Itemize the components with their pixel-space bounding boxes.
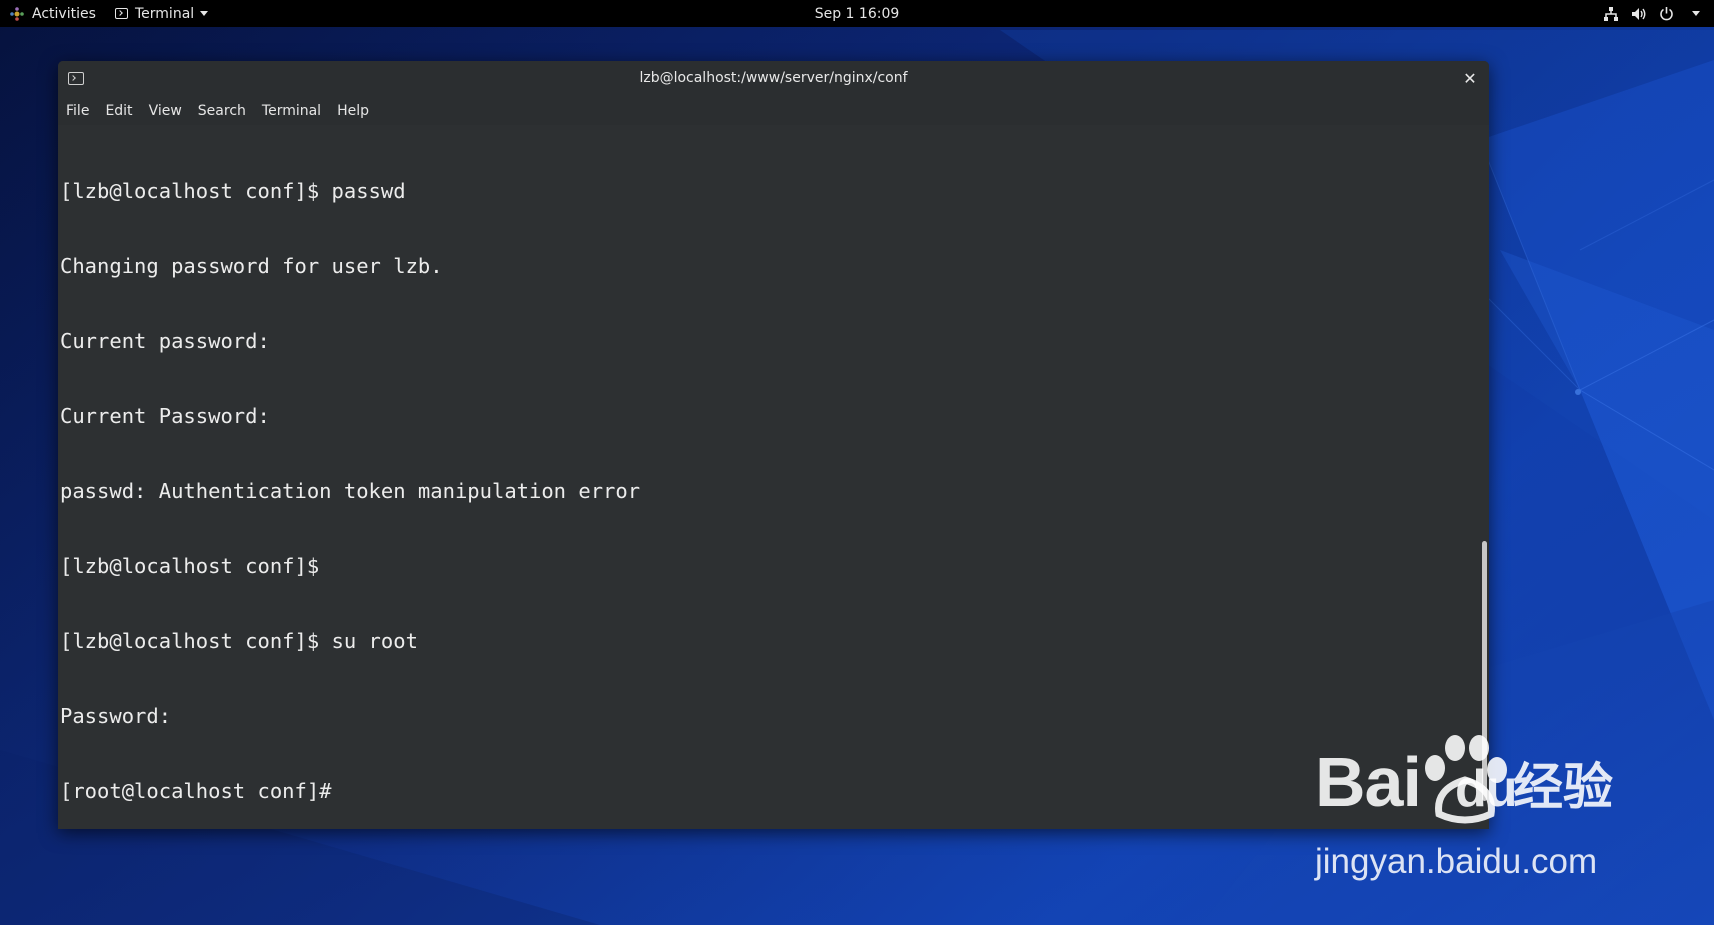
clock-container: Sep 1 16:09	[0, 0, 1714, 27]
power-icon	[1660, 7, 1673, 21]
terminal-line: Current Password:	[60, 404, 270, 428]
activities-logo-icon	[10, 6, 24, 21]
menu-file[interactable]: File	[58, 97, 97, 125]
terminal-window[interactable]: lzb@localhost:/www/server/nginx/conf ✕ F…	[58, 61, 1489, 829]
chevron-down-icon	[1692, 11, 1700, 16]
terminal-icon	[115, 8, 128, 19]
watermark-cn: 经验	[1513, 758, 1613, 816]
terminal-line: [lzb@localhost conf]$ su root	[60, 629, 418, 653]
volume-icon	[1632, 7, 1646, 20]
watermark-brand: Bai	[1315, 743, 1422, 821]
system-tray[interactable]	[1603, 0, 1700, 27]
terminal-line: passwd: Authentication token manipulatio…	[60, 479, 641, 503]
menu-help[interactable]: Help	[329, 97, 377, 125]
terminal-line: Password:	[60, 704, 172, 728]
watermark-url: jingyan.baidu.com	[1315, 842, 1598, 881]
terminal-line: [lzb@localhost conf]$ passwd	[60, 179, 406, 203]
activities-label: Activities	[32, 5, 96, 22]
network-icon	[1604, 6, 1618, 21]
top-bar: Activities Terminal Sep 1 16:09	[0, 0, 1714, 27]
menu-edit[interactable]: Edit	[97, 97, 140, 125]
baidu-watermark: Bai du 经验 jingyan.baidu.com	[1315, 735, 1655, 892]
paw-icon	[1425, 735, 1507, 824]
close-icon: ✕	[1463, 69, 1477, 88]
app-menu-terminal[interactable]: Terminal	[115, 0, 209, 27]
window-title: lzb@localhost:/www/server/nginx/conf	[639, 70, 908, 86]
clock[interactable]: Sep 1 16:09	[815, 1, 900, 27]
window-titlebar[interactable]: lzb@localhost:/www/server/nginx/conf ✕	[58, 61, 1489, 98]
chevron-down-icon	[200, 11, 209, 16]
terminal-output[interactable]: [lzb@localhost conf]$ passwd Changing pa…	[58, 125, 1479, 829]
menu-terminal[interactable]: Terminal	[254, 97, 329, 125]
menu-view[interactable]: View	[141, 97, 190, 125]
menu-bar: File Edit View Search Terminal Help	[58, 97, 1489, 125]
terminal-prompt-line: [root@localhost conf]#	[60, 779, 332, 803]
scrollbar[interactable]	[1479, 125, 1489, 829]
terminal-line: [lzb@localhost conf]$	[60, 554, 320, 578]
app-menu-label: Terminal	[135, 5, 195, 22]
terminal-line: Current password:	[60, 329, 270, 353]
activities-button[interactable]: Activities	[10, 0, 96, 27]
close-button[interactable]: ✕	[1459, 68, 1481, 90]
terminal-line: Changing password for user lzb.	[60, 254, 443, 278]
menu-search[interactable]: Search	[190, 97, 254, 125]
